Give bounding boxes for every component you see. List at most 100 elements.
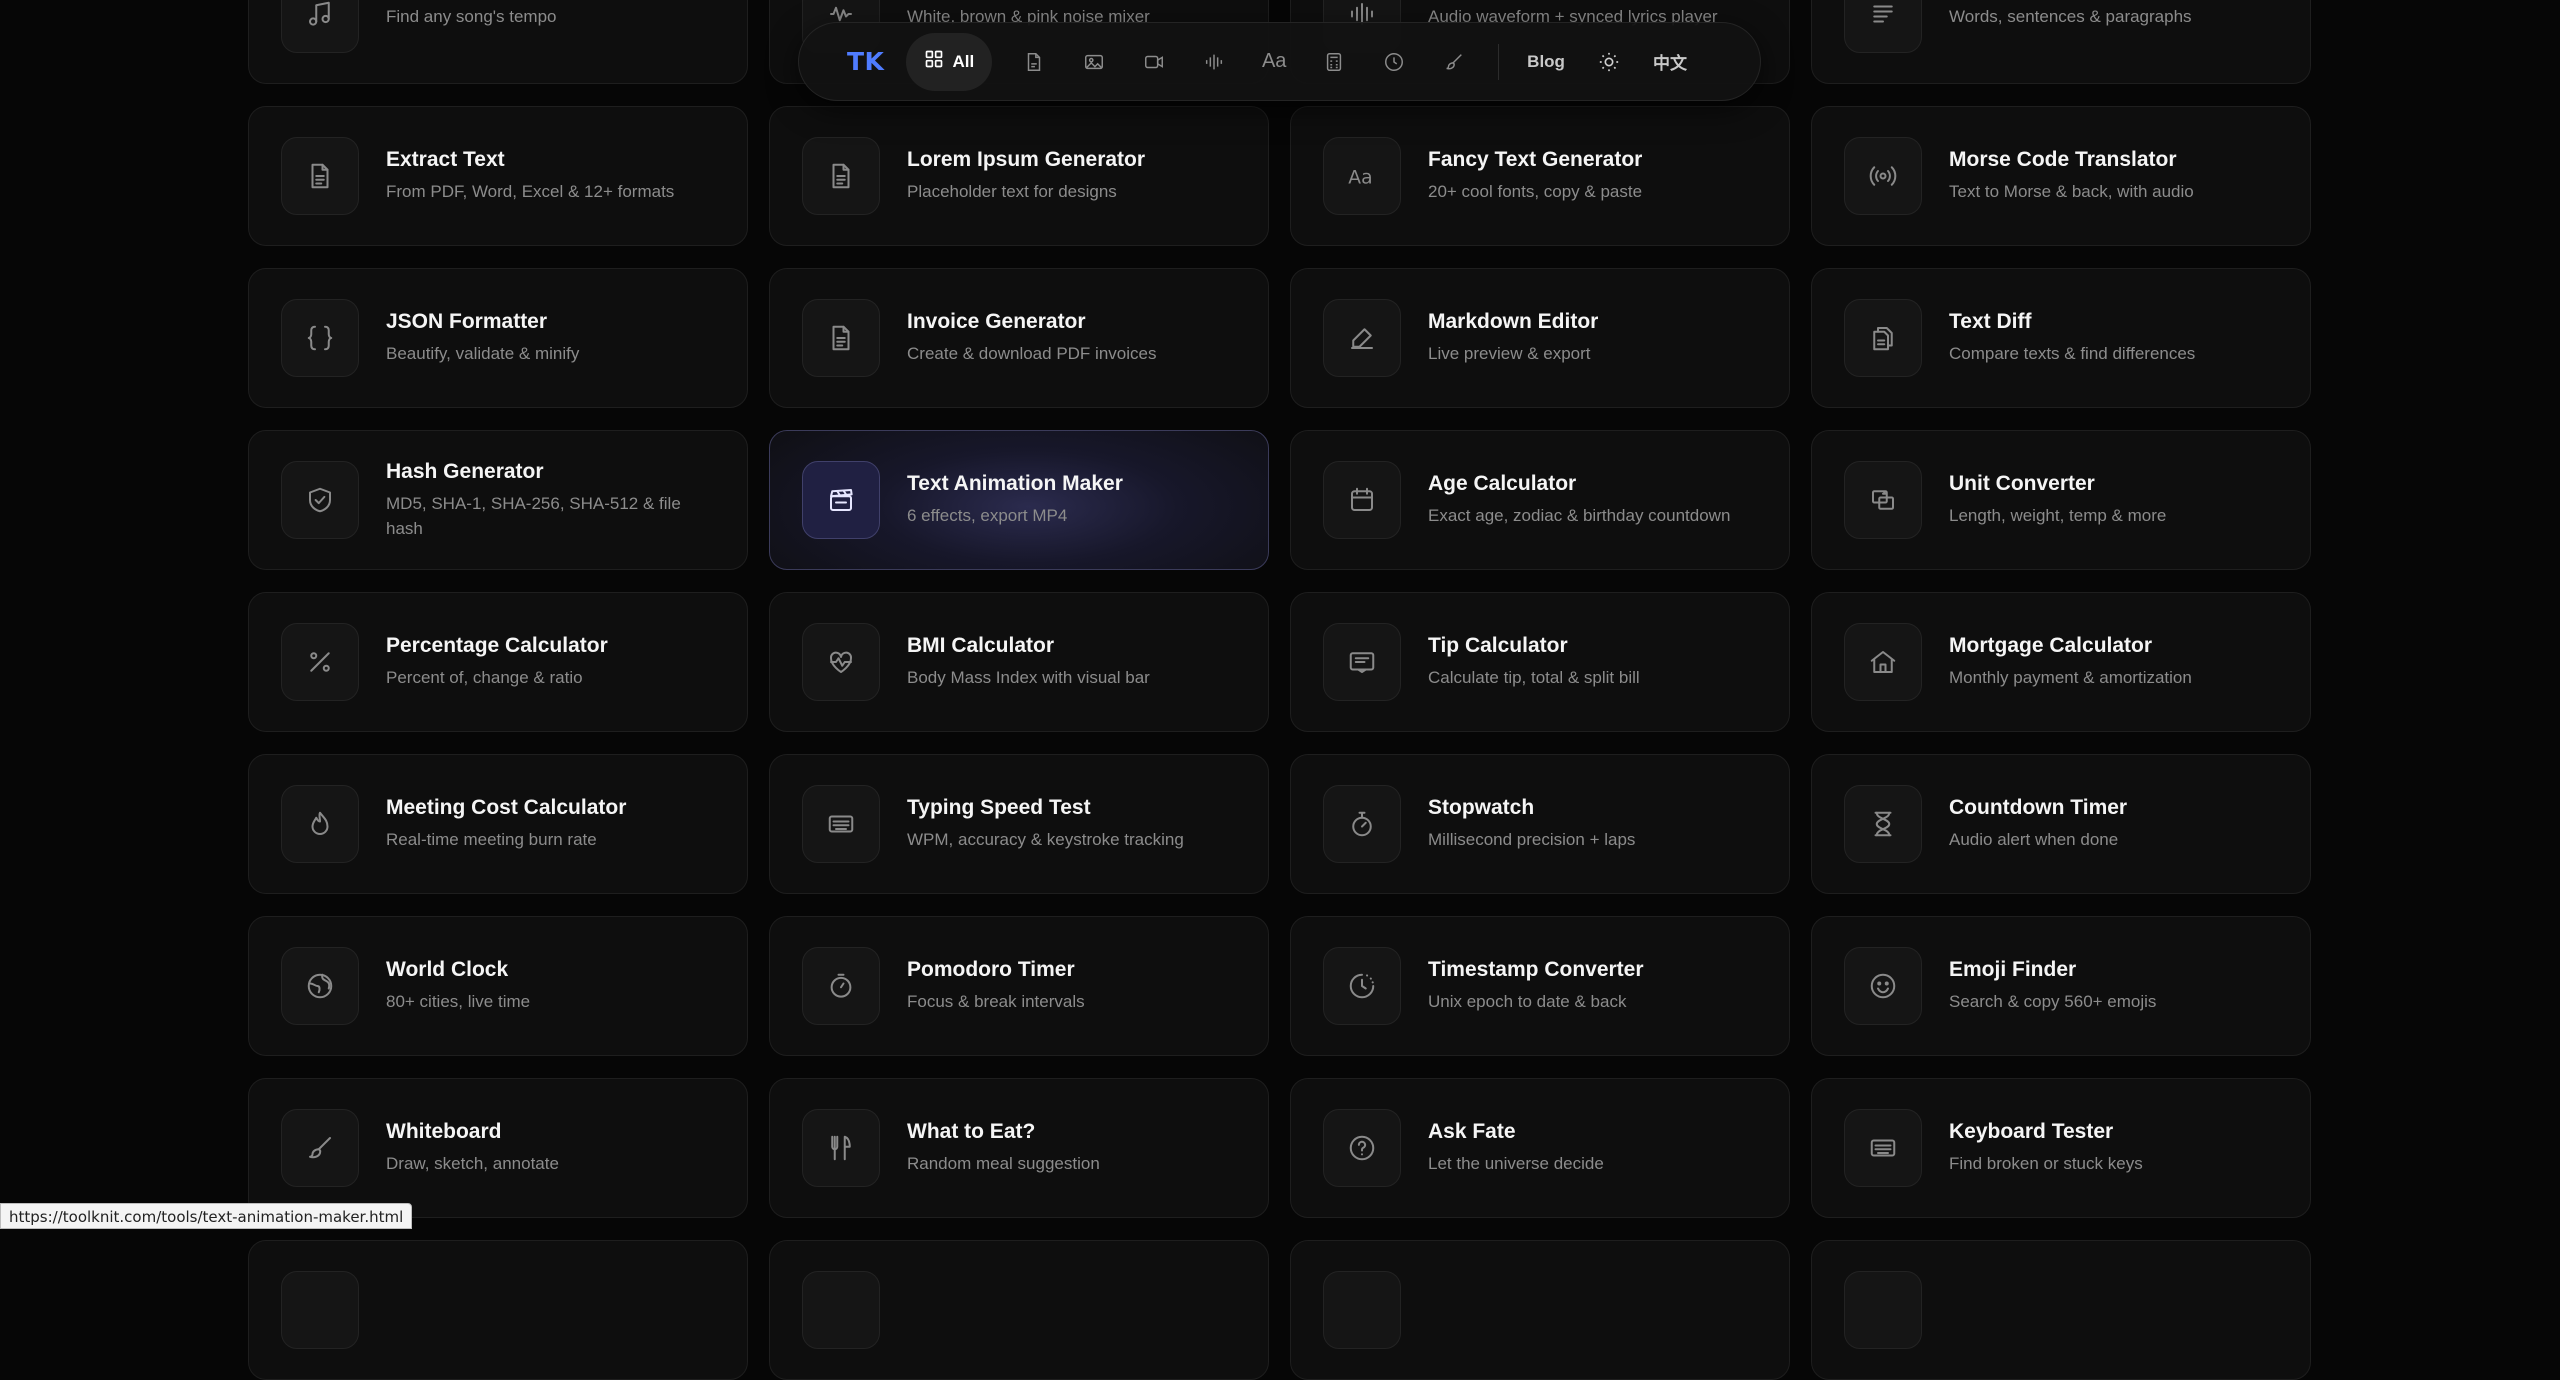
tool-card-text: Meeting Cost Calculator Real-time meeting… <box>386 795 626 853</box>
tool-card-text: Pomodoro Timer Focus & break intervals <box>907 957 1085 1015</box>
tool-card[interactable]: Text Diff Compare texts & find difference… <box>1811 268 2311 408</box>
nav-all-button[interactable]: All <box>906 32 993 91</box>
nav-clock-icon[interactable] <box>1364 33 1424 91</box>
tool-card[interactable]: Find any song's tempo <box>248 0 748 84</box>
tool-card-title: Fancy Text Generator <box>1428 148 1643 172</box>
tool-card-description: 6 effects, export MP4 <box>907 506 1068 526</box>
clock-icon <box>1323 947 1401 1025</box>
tool-card[interactable]: What to Eat? Random meal suggestion <box>769 1078 1269 1218</box>
tool-card-title: Age Calculator <box>1428 472 1577 496</box>
nav-brush-icon[interactable] <box>1424 33 1484 91</box>
tool-card[interactable]: Mortgage Calculator Monthly payment & amo… <box>1811 592 2311 732</box>
tool-card-description: Placeholder text for designs <box>907 182 1117 202</box>
document-icon <box>281 137 359 215</box>
nav-audio-icon[interactable] <box>1184 33 1244 91</box>
tool-card[interactable]: Unit Converter Length, weight, temp & mor… <box>1811 430 2311 570</box>
smile-icon <box>1844 947 1922 1025</box>
tool-card-title: Tip Calculator <box>1428 634 1568 658</box>
tool-card[interactable]: Typing Speed Test WPM, accuracy & keystro… <box>769 754 1269 894</box>
tool-card-description: Compare texts & find differences <box>1949 344 2196 364</box>
tool-card-text: What to Eat? Random meal suggestion <box>907 1119 1100 1177</box>
tool-card-title: Ask Fate <box>1428 1120 1516 1144</box>
tool-card-text: Text Animation Maker 6 effects, export MP… <box>907 471 1123 529</box>
tool-card[interactable]: Whiteboard Draw, sketch, annotate <box>248 1078 748 1218</box>
tool-card[interactable]: Stopwatch Millisecond precision + laps <box>1290 754 1790 894</box>
theme-sun-icon[interactable] <box>1579 33 1639 91</box>
tool-card-title: Keyboard Tester <box>1949 1120 2114 1144</box>
tool-card[interactable]: JSON Formatter Beautify, validate & minif… <box>248 268 748 408</box>
tool-card-text: Find any song's tempo <box>386 0 557 30</box>
tool-card[interactable]: Text Animation Maker 6 effects, export MP… <box>769 430 1269 570</box>
tool-card[interactable]: Markdown Editor Live preview & export <box>1290 268 1790 408</box>
tool-card-title: Morse Code Translator <box>1949 148 2177 172</box>
tool-card-text: Keyboard Tester Find broken or stuck keys <box>1949 1119 2143 1177</box>
tool-card-text: Percentage Calculator Percent of, change … <box>386 633 608 691</box>
tool-card[interactable]: Ask Fate Let the universe decide <box>1290 1078 1790 1218</box>
home-icon <box>1844 623 1922 701</box>
tool-card[interactable]: Percentage Calculator Percent of, change … <box>248 592 748 732</box>
icon-placeholder <box>802 1271 880 1349</box>
tool-card[interactable]: Morse Code Translator Text to Morse & bac… <box>1811 106 2311 246</box>
heart-pulse-icon <box>802 623 880 701</box>
grid-icon <box>924 49 944 74</box>
tool-card[interactable]: Emoji Finder Search & copy 560+ emojis <box>1811 916 2311 1056</box>
tool-card-title: Hash Generator <box>386 459 544 483</box>
brush-icon <box>281 1109 359 1187</box>
nav-calculator-icon[interactable] <box>1304 33 1364 91</box>
tool-card[interactable]: Extract Text From PDF, Word, Excel & 12+ … <box>248 106 748 246</box>
tool-card[interactable]: Keyboard Tester Find broken or stuck keys <box>1811 1078 2311 1218</box>
tool-card[interactable]: Age Calculator Exact age, zodiac & birthd… <box>1290 430 1790 570</box>
tool-card[interactable] <box>769 1240 1269 1380</box>
tool-card[interactable] <box>248 1240 748 1380</box>
tool-card[interactable]: BMI Calculator Body Mass Index with visua… <box>769 592 1269 732</box>
tool-card-title: Text Diff <box>1949 310 2032 334</box>
tool-card-text: Unit Converter Length, weight, temp & mor… <box>1949 471 2166 529</box>
tool-card-text: Countdown Timer Audio alert when done <box>1949 795 2127 853</box>
tool-card-text: World Clock 80+ cities, live time <box>386 957 530 1015</box>
tool-card[interactable] <box>1811 1240 2311 1380</box>
tool-card[interactable]: Countdown Timer Audio alert when done <box>1811 754 2311 894</box>
tool-card[interactable]: Aa Fancy Text Generator 20+ cool fonts, co… <box>1290 106 1790 246</box>
text-aa-icon: Aa <box>1323 137 1401 215</box>
broadcast-icon <box>1844 137 1922 215</box>
tool-card[interactable] <box>1290 1240 1790 1380</box>
percent-icon <box>281 623 359 701</box>
tool-card-text: Markdown Editor Live preview & export <box>1428 309 1598 367</box>
tool-card-description: MD5, SHA-1, SHA-256, SHA-512 & file hash <box>386 493 681 538</box>
globe-icon <box>281 947 359 1025</box>
nav-text-icon[interactable]: Aa <box>1244 33 1304 91</box>
counter-icon <box>1844 0 1922 53</box>
tool-card-title: Meeting Cost Calculator <box>386 796 627 820</box>
receipt-icon <box>1323 623 1401 701</box>
tool-card-description: Body Mass Index with visual bar <box>907 668 1150 688</box>
tool-card-text: Hash Generator MD5, SHA-1, SHA-256, SHA-5… <box>386 459 715 542</box>
logo[interactable]: TK <box>847 47 884 76</box>
nav-pdf-icon[interactable] <box>1004 33 1064 91</box>
tool-card[interactable]: Timestamp Converter Unix epoch to date & … <box>1290 916 1790 1056</box>
utensils-icon <box>802 1109 880 1187</box>
tool-card[interactable]: World Clock 80+ cities, live time <box>248 916 748 1056</box>
top-nav: TK All Aa Blog 中文 <box>798 22 1761 101</box>
tool-card-text: Typing Speed Test WPM, accuracy & keystro… <box>907 795 1184 853</box>
tool-card-title: Unit Converter <box>1949 472 2095 496</box>
tool-card-text: Invoice Generator Create & download PDF i… <box>907 309 1156 367</box>
tool-card[interactable]: Words, sentences & paragraphs <box>1811 0 2311 84</box>
tool-card-description: Unix epoch to date & back <box>1428 992 1627 1012</box>
tool-card[interactable]: Invoice Generator Create & download PDF i… <box>769 268 1269 408</box>
tool-card[interactable]: Lorem Ipsum Generator Placeholder text fo… <box>769 106 1269 246</box>
tool-card[interactable]: Tip Calculator Calculate tip, total & spl… <box>1290 592 1790 732</box>
files-icon <box>1844 299 1922 377</box>
shield-check-icon <box>281 461 359 539</box>
tool-card-description: Monthly payment & amortization <box>1949 668 2192 688</box>
nav-blog-link[interactable]: Blog <box>1513 52 1579 72</box>
nav-video-icon[interactable] <box>1124 33 1184 91</box>
stopwatch-icon <box>1323 785 1401 863</box>
svg-text:Aa: Aa <box>1348 168 1372 189</box>
tool-card[interactable]: Pomodoro Timer Focus & break intervals <box>769 916 1269 1056</box>
tool-card[interactable]: Meeting Cost Calculator Real-time meeting… <box>248 754 748 894</box>
tool-card-description: Create & download PDF invoices <box>907 344 1157 364</box>
nav-image-icon[interactable] <box>1064 33 1124 91</box>
tool-card-text: Lorem Ipsum Generator Placeholder text fo… <box>907 147 1145 205</box>
language-toggle[interactable]: 中文 <box>1639 49 1701 74</box>
tool-card[interactable]: Hash Generator MD5, SHA-1, SHA-256, SHA-5… <box>248 430 748 570</box>
